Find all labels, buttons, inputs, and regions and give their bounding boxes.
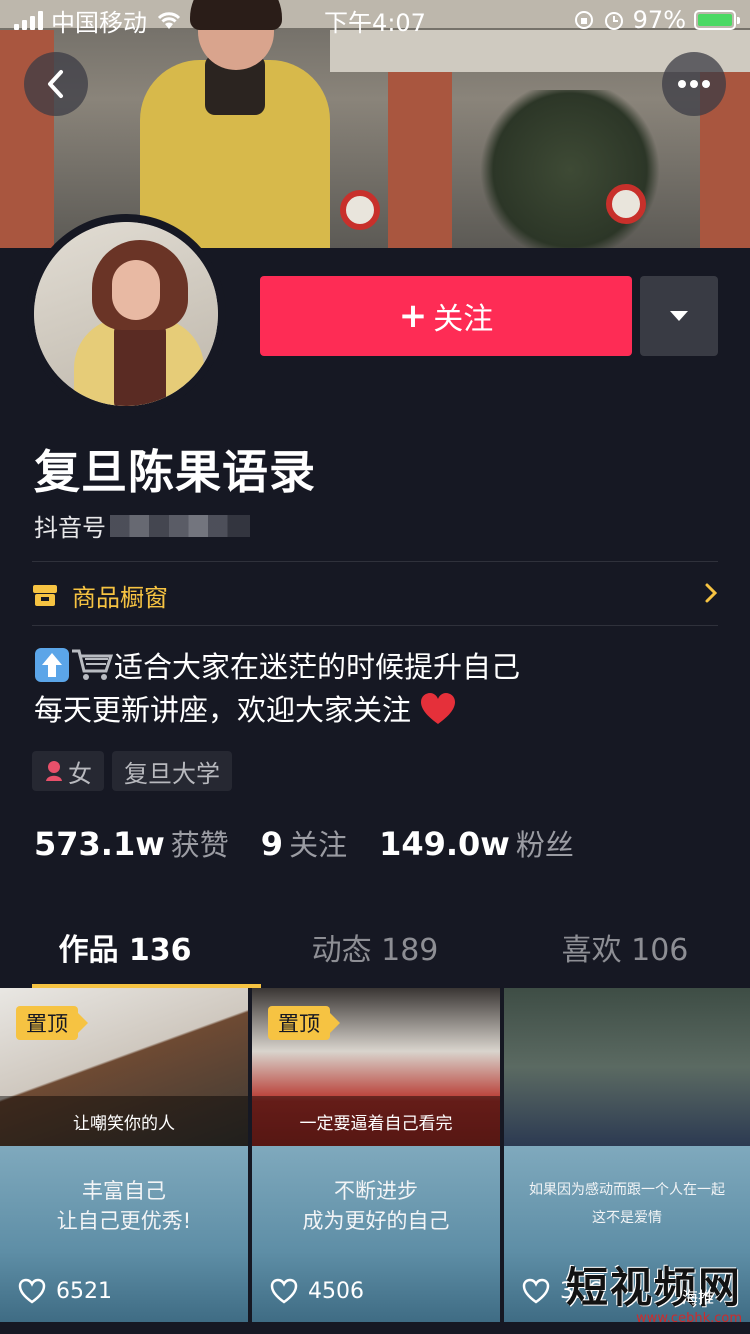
gender-tag: 女 [32,751,104,791]
following-label[interactable]: 关注 [289,822,347,864]
site-watermark: 短视频网 www.cebhk.com 海推 [565,1263,742,1326]
chevron-left-icon [48,70,63,98]
douyin-id-blurred [110,514,250,537]
heart-outline-icon [522,1278,550,1304]
heart-outline-icon [18,1278,46,1304]
shop-window-label: 商品橱窗 [72,583,168,612]
shopping-cart-icon [72,649,114,680]
heart-outline-icon [270,1278,298,1304]
follow-label: 关注 [433,302,494,337]
back-button[interactable] [24,52,88,116]
divider [32,561,718,562]
chevron-right-icon [705,583,718,603]
tab-likes[interactable]: 喜欢 106 [500,906,750,988]
tab-activity[interactable]: 动态 189 [250,906,500,988]
video-likes: 4506 [270,1278,364,1304]
tab-works[interactable]: 作品 136 [0,906,261,988]
alarm-icon [604,12,623,30]
follow-button[interactable]: + 关注 [260,276,632,356]
profile-tabs: 作品 136 动态 189 喜欢 106 [0,906,750,988]
shop-window-row[interactable]: 商品橱窗 [32,566,718,624]
likes-count: 573.1w [34,825,165,863]
battery-icon [694,10,740,30]
rotation-lock-icon [574,11,593,29]
douyin-id: 抖音号 [34,508,250,543]
pinned-badge: 置顶 [16,1006,88,1040]
likes-label: 获赞 [170,828,229,862]
following-count[interactable]: 9 [261,825,283,863]
plus-icon: + [398,296,428,336]
red-heart-icon [421,693,456,724]
profile-stats: 573.1w 获赞 9 关注 149.0w 粉丝 [34,822,606,864]
up-arrow-icon [35,648,69,682]
female-icon [46,761,62,781]
caret-down-icon [670,311,688,321]
divider [32,625,718,626]
more-dots-icon [678,80,710,88]
more-options-button[interactable] [662,52,726,116]
bio-line-1: 适合大家在迷茫的时候提升自己 [34,646,520,689]
video-likes: 6521 [18,1278,112,1304]
video-caption: 一定要逼着自己看完 [252,1096,500,1146]
pinned-badge: 置顶 [268,1006,340,1040]
school-tag: 复旦大学 [112,751,232,791]
video-caption: 让嘲笑你的人 [0,1096,248,1146]
video-thumbnail[interactable]: 一定要逼着自己看完 不断进步 成为更好的自己 置顶 4506 [252,988,500,1322]
douyin-id-label: 抖音号 [34,514,106,542]
battery-percent: 97% [632,6,686,34]
recommend-dropdown-button[interactable] [640,276,718,356]
followers-label[interactable]: 粉丝 [516,822,574,864]
status-bar: 中国移动 下午4:07 97% [0,0,750,40]
bio-line-2: 每天更新讲座，欢迎大家关注 [34,689,520,732]
profile-bio: 适合大家在迷茫的时候提升自己 每天更新讲座，欢迎大家关注 [34,646,520,732]
video-thumbnail[interactable]: 让嘲笑你的人 丰富自己 让自己更优秀! 置顶 6521 [0,988,248,1322]
followers-count[interactable]: 149.0w [379,825,510,863]
avatar[interactable] [26,214,226,414]
profile-name: 复旦陈果语录 [34,445,316,499]
shop-icon [33,585,57,606]
profile-tags: 女 复旦大学 [32,751,232,791]
